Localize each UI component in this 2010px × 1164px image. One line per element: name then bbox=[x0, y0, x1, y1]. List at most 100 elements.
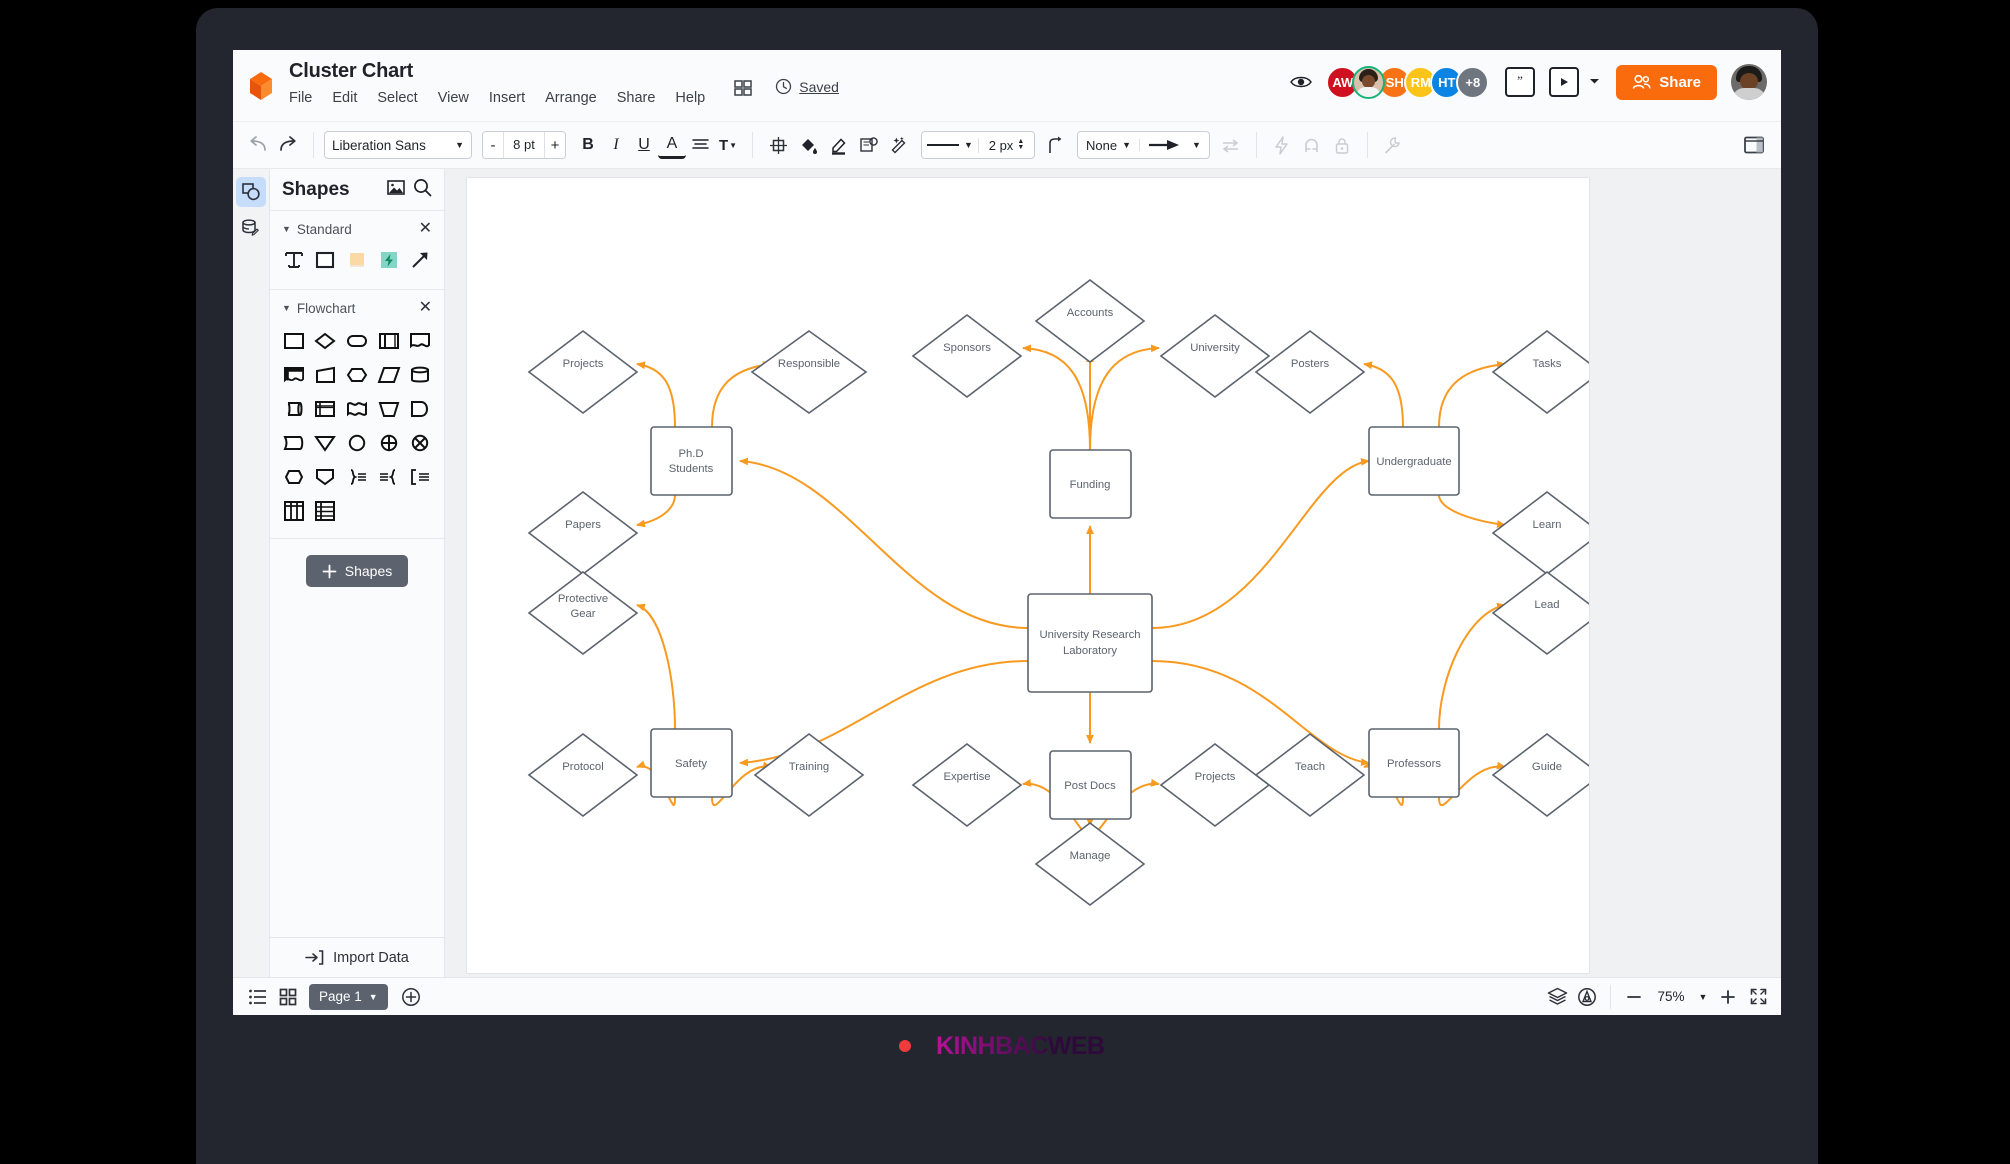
font-size-increase[interactable]: + bbox=[545, 132, 565, 158]
present-button[interactable] bbox=[1549, 67, 1579, 97]
collaborator-avatars[interactable]: AW SH RM HT +8 bbox=[1326, 66, 1489, 99]
undo-button[interactable] bbox=[243, 130, 273, 160]
apps-grid-button[interactable] bbox=[733, 78, 753, 103]
shape-manual-input[interactable] bbox=[375, 394, 403, 424]
rail-shapes-tab[interactable] bbox=[236, 177, 266, 207]
avatar[interactable] bbox=[1352, 66, 1385, 99]
shape-arrow[interactable] bbox=[406, 245, 434, 275]
node-lead[interactable]: Lead bbox=[1493, 572, 1589, 654]
node-responsible[interactable]: Responsible bbox=[752, 331, 866, 413]
shape-connector-circle[interactable] bbox=[343, 428, 371, 458]
document-title[interactable]: Cluster Chart bbox=[289, 58, 705, 84]
present-options-button[interactable] bbox=[1589, 77, 1600, 88]
zoom-options-button[interactable]: ▼ bbox=[1693, 983, 1713, 1011]
save-status[interactable]: Saved bbox=[775, 78, 839, 95]
action-button[interactable] bbox=[1267, 130, 1297, 160]
zoom-out-button[interactable] bbox=[1619, 983, 1649, 1011]
menu-arrange[interactable]: Arrange bbox=[545, 88, 597, 108]
shape-internal-storage[interactable] bbox=[312, 394, 340, 424]
line-style-select[interactable]: ▼ bbox=[922, 140, 978, 150]
shape-action[interactable] bbox=[375, 245, 403, 275]
account-avatar[interactable] bbox=[1731, 64, 1767, 100]
node-accounts[interactable]: Accounts bbox=[1036, 280, 1144, 362]
font-size-value[interactable]: 8 pt bbox=[503, 132, 545, 158]
tools-button[interactable] bbox=[1378, 130, 1408, 160]
zoom-in-button[interactable] bbox=[1713, 983, 1743, 1011]
crop-button[interactable] bbox=[763, 130, 793, 160]
node-projects-postdocs[interactable]: Projects bbox=[1161, 744, 1269, 826]
node-posters[interactable]: Posters bbox=[1256, 331, 1364, 413]
shape-sticky-note[interactable] bbox=[343, 245, 371, 275]
shape-multi-document-wave[interactable] bbox=[343, 394, 371, 424]
outline-view-button[interactable] bbox=[243, 983, 273, 1011]
shape-annotation-bracket[interactable] bbox=[406, 462, 434, 492]
menu-select[interactable]: Select bbox=[377, 88, 417, 108]
section-header-standard[interactable]: ▼ Standard ✕ bbox=[270, 211, 444, 243]
node-tasks[interactable]: Tasks bbox=[1493, 331, 1589, 413]
canvas-page[interactable]: University Research Laboratory Funding bbox=[467, 178, 1589, 973]
view-mode-button[interactable] bbox=[1290, 74, 1312, 90]
shape-preparation[interactable] bbox=[343, 360, 371, 390]
right-panel-toggle[interactable] bbox=[1739, 130, 1769, 160]
shape-merge[interactable] bbox=[312, 462, 340, 492]
start-arrow-select[interactable]: None ▼ bbox=[1078, 138, 1139, 153]
shape-rectangle[interactable] bbox=[312, 245, 340, 275]
line-style-group[interactable]: ▼ 2 px ▲▼ bbox=[921, 131, 1035, 159]
node-phd[interactable]: Ph.D Students bbox=[651, 427, 732, 495]
underline-button[interactable]: U bbox=[630, 131, 658, 159]
text-align-button[interactable] bbox=[686, 131, 714, 159]
node-funding[interactable]: Funding bbox=[1050, 450, 1131, 518]
node-university[interactable]: University bbox=[1161, 315, 1269, 397]
node-safety[interactable]: Safety bbox=[651, 729, 732, 797]
node-lab[interactable]: University Research Laboratory bbox=[1028, 594, 1152, 692]
menu-view[interactable]: View bbox=[438, 88, 469, 108]
fill-color-button[interactable] bbox=[793, 130, 823, 160]
shape-direct-data[interactable] bbox=[280, 394, 308, 424]
node-learn[interactable]: Learn bbox=[1493, 492, 1589, 574]
connector-shape-button[interactable] bbox=[1041, 130, 1071, 160]
node-expertise[interactable]: Expertise bbox=[913, 744, 1021, 826]
node-guide[interactable]: Guide bbox=[1493, 734, 1589, 816]
shape-format-button[interactable] bbox=[853, 130, 883, 160]
node-postdocs[interactable]: Post Docs bbox=[1050, 751, 1131, 819]
line-width-select[interactable]: 2 px ▲▼ bbox=[978, 138, 1034, 153]
avatar-overflow[interactable]: +8 bbox=[1456, 66, 1489, 99]
node-papers[interactable]: Papers bbox=[529, 492, 637, 574]
node-training[interactable]: Training bbox=[755, 734, 863, 816]
end-arrow-select[interactable]: ▼ bbox=[1139, 139, 1209, 151]
shape-terminator[interactable] bbox=[343, 326, 371, 356]
add-shapes-button[interactable]: Shapes bbox=[306, 555, 408, 587]
shape-delay[interactable] bbox=[280, 428, 308, 458]
font-family-select[interactable]: Liberation Sans ▼ bbox=[324, 131, 472, 159]
menu-share[interactable]: Share bbox=[617, 88, 656, 108]
node-manage[interactable]: Manage bbox=[1036, 823, 1144, 905]
menu-edit[interactable]: Edit bbox=[332, 88, 357, 108]
node-protective-gear[interactable]: Protective Gear bbox=[529, 572, 637, 654]
comments-button[interactable]: ” bbox=[1505, 67, 1535, 97]
shape-process[interactable] bbox=[280, 326, 308, 356]
shape-stored-data[interactable] bbox=[406, 394, 434, 424]
search-shapes-button[interactable] bbox=[413, 178, 432, 202]
node-professors[interactable]: Professors bbox=[1369, 729, 1459, 797]
node-teach[interactable]: Teach bbox=[1256, 734, 1364, 816]
shape-hexagon-preparation[interactable] bbox=[280, 462, 308, 492]
insert-image-button[interactable] bbox=[387, 179, 405, 201]
shape-extract[interactable] bbox=[312, 428, 340, 458]
close-icon[interactable]: ✕ bbox=[419, 221, 432, 237]
bold-button[interactable]: B bbox=[574, 131, 602, 159]
magnet-button[interactable] bbox=[1297, 130, 1327, 160]
cluster-diagram[interactable]: University Research Laboratory Funding bbox=[467, 178, 1589, 973]
shape-annotation-left[interactable] bbox=[375, 462, 403, 492]
shape-decision[interactable] bbox=[312, 326, 340, 356]
swap-arrows-button[interactable] bbox=[1216, 130, 1246, 160]
node-protocol[interactable]: Protocol bbox=[529, 734, 637, 816]
line-color-button[interactable] bbox=[823, 130, 853, 160]
layers-button[interactable] bbox=[1542, 983, 1572, 1011]
italic-button[interactable]: I bbox=[602, 131, 630, 159]
node-sponsors[interactable]: Sponsors bbox=[913, 315, 1021, 397]
close-icon[interactable]: ✕ bbox=[419, 300, 432, 316]
page-grid-button[interactable] bbox=[273, 983, 303, 1011]
text-options-button[interactable]: T ▼ bbox=[714, 131, 742, 159]
shape-predefined-process[interactable] bbox=[375, 326, 403, 356]
zoom-level-value[interactable]: 75% bbox=[1649, 989, 1693, 1004]
